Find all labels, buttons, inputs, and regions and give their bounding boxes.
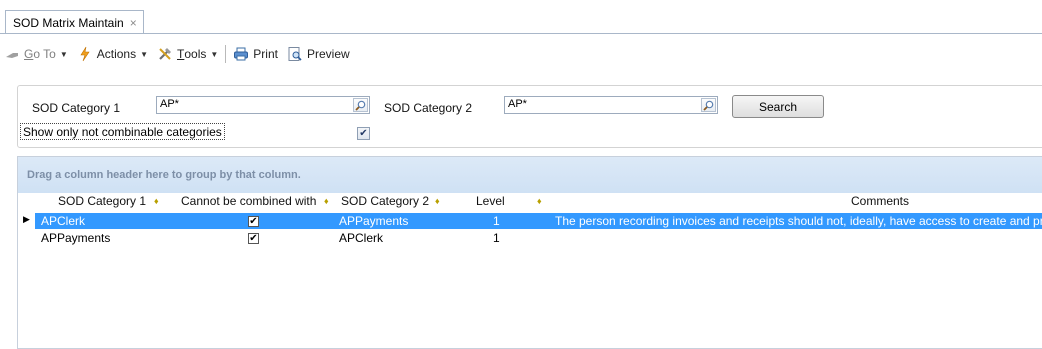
tab-strip: SOD Matrix Maintain × — [0, 0, 1042, 34]
close-icon[interactable]: × — [130, 16, 137, 30]
sod-category-2-input[interactable]: AP* — [504, 96, 718, 114]
sod-category-1-input[interactable]: AP* — [156, 96, 370, 114]
cannot-combine-checkbox[interactable]: ✔ — [248, 216, 259, 227]
goto-label: o To — [33, 47, 56, 61]
cell-level: 1 — [493, 231, 500, 245]
tools-hotkey: T — [177, 47, 185, 61]
tab-title: SOD Matrix Maintain — [13, 15, 124, 30]
checkmark-icon: ✔ — [359, 127, 368, 139]
actions-label: Actions — [96, 47, 137, 61]
chevron-down-icon: ▼ — [59, 49, 68, 59]
column-header-level[interactable]: Level — [476, 194, 505, 210]
toolbar-separator — [225, 45, 227, 63]
preview-label: Preview — [306, 47, 350, 61]
pin-icon[interactable]: ♦ — [154, 196, 159, 206]
chevron-down-icon: ▼ — [140, 49, 149, 59]
pin-icon[interactable]: ♦ — [324, 196, 329, 206]
cell-sod-category-1: APPayments — [41, 231, 111, 245]
cell-sod-category-2: APClerk — [339, 231, 384, 245]
filter-panel: SOD Category 1 AP* SOD Category 2 AP* Se… — [17, 85, 1042, 148]
cell-level: 1 — [493, 214, 500, 228]
column-header-cannot-be-combined[interactable]: Cannot be combined with — [181, 194, 316, 210]
lightning-icon — [77, 46, 93, 62]
sod-category-2-label: SOD Category 2 — [384, 101, 473, 115]
goto-hotkey: G — [24, 47, 34, 61]
goto-icon — [4, 46, 20, 62]
show-only-not-combinable-label[interactable]: Show only not combinable categories — [20, 123, 225, 140]
sod-category-1-value: AP* — [160, 98, 179, 110]
actions-menu[interactable]: Actions ▼ — [77, 44, 148, 64]
sod-category-2-value: AP* — [508, 98, 527, 110]
goto-menu[interactable]: Go To ▼ — [4, 44, 68, 64]
lookup-icon[interactable] — [701, 98, 716, 112]
column-header-sod-category-2[interactable]: SOD Category 2 — [341, 194, 429, 210]
chevron-down-icon: ▼ — [210, 49, 219, 59]
window: SOD Matrix Maintain × Go To ▼ Actions ▼ … — [0, 0, 1042, 349]
print-button[interactable]: Print — [233, 44, 278, 64]
sod-category-1-label: SOD Category 1 — [32, 101, 121, 115]
show-only-not-combinable-text: Show only not combinable categories — [23, 125, 222, 139]
table-row[interactable]: APClerk ✔ APPayments 1 The person record… — [35, 213, 1042, 229]
column-header-comments[interactable]: Comments — [851, 194, 909, 210]
cell-comments: The person recording invoices and receip… — [555, 214, 1042, 228]
tools-label: ools — [184, 47, 207, 61]
show-only-not-combinable-checkbox[interactable]: ✔ — [357, 127, 370, 140]
lookup-icon[interactable] — [353, 98, 368, 112]
tab-sod-matrix-maintain[interactable]: SOD Matrix Maintain × — [5, 10, 144, 34]
printer-icon — [233, 46, 249, 62]
tools-icon — [157, 46, 173, 62]
pin-icon[interactable]: ♦ — [435, 196, 440, 206]
search-button-label: Search — [758, 99, 798, 114]
row-indicator-icon: ▶ — [23, 214, 30, 224]
table-row[interactable]: APPayments ✔ APClerk 1 — [35, 230, 1042, 246]
sod-matrix-grid: Drag a column header here to group by th… — [17, 156, 1042, 349]
toolbar: Go To ▼ Actions ▼ Tools ▼ Print Preview — [0, 34, 1042, 74]
preview-button[interactable]: Preview — [287, 44, 350, 64]
column-header-sod-category-1[interactable]: SOD Category 1 — [58, 194, 146, 210]
cannot-combine-checkbox[interactable]: ✔ — [248, 233, 259, 244]
group-by-hint: Drag a column header here to group by th… — [27, 169, 301, 181]
pin-icon[interactable]: ♦ — [537, 196, 542, 206]
search-button[interactable]: Search — [732, 95, 824, 118]
group-by-panel[interactable]: Drag a column header here to group by th… — [18, 157, 1042, 193]
cell-sod-category-1: APClerk — [41, 214, 86, 228]
tools-menu[interactable]: Tools ▼ — [157, 44, 218, 64]
print-label: Print — [253, 47, 278, 61]
cell-sod-category-2: APPayments — [339, 214, 409, 228]
preview-icon — [287, 46, 303, 62]
